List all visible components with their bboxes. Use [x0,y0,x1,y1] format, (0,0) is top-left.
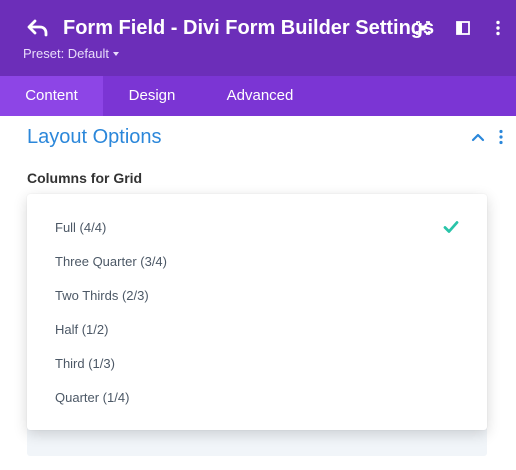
tab-design[interactable]: Design [103,76,201,116]
columns-dropdown-menu: Full (4/4) Three Quarter (3/4) Two Third… [27,194,487,430]
option-full[interactable]: Full (4/4) [27,211,487,245]
settings-header: Form Field - Divi Form Builder Settings … [0,0,516,76]
option-label: Quarter (1/4) [55,390,130,405]
option-label: Two Thirds (2/3) [55,288,149,303]
option-two-thirds[interactable]: Two Thirds (2/3) [27,279,487,313]
option-quarter[interactable]: Quarter (1/4) [27,381,487,415]
split-view-icon[interactable] [454,19,472,37]
option-three-quarter[interactable]: Three Quarter (3/4) [27,245,487,279]
tab-content[interactable]: Content [0,76,103,116]
section-more-icon[interactable] [494,129,508,145]
preset-label: Preset: Default [23,46,109,61]
option-label: Half (1/2) [55,322,109,337]
more-vertical-icon[interactable] [489,19,507,37]
option-label: Third (1/3) [55,356,115,371]
checkmark-icon [443,221,459,233]
chevron-up-icon[interactable] [470,129,486,145]
option-third[interactable]: Third (1/3) [27,347,487,381]
columns-for-grid-label: Columns for Grid [27,170,143,186]
section-title[interactable]: Layout Options [27,125,162,149]
preset-dropdown[interactable]: Preset: Default [23,46,119,62]
tab-advanced[interactable]: Advanced [201,76,319,116]
settings-tabs: Content Design Advanced [0,76,516,116]
fullscreen-icon[interactable] [414,19,432,37]
back-arrow-icon[interactable] [26,16,50,40]
modal-title: Form Field - Divi Form Builder Settings [63,17,435,39]
option-label: Three Quarter (3/4) [55,254,167,269]
option-label: Full (4/4) [55,220,107,235]
option-half[interactable]: Half (1/2) [27,313,487,347]
caret-down-icon [113,52,119,56]
